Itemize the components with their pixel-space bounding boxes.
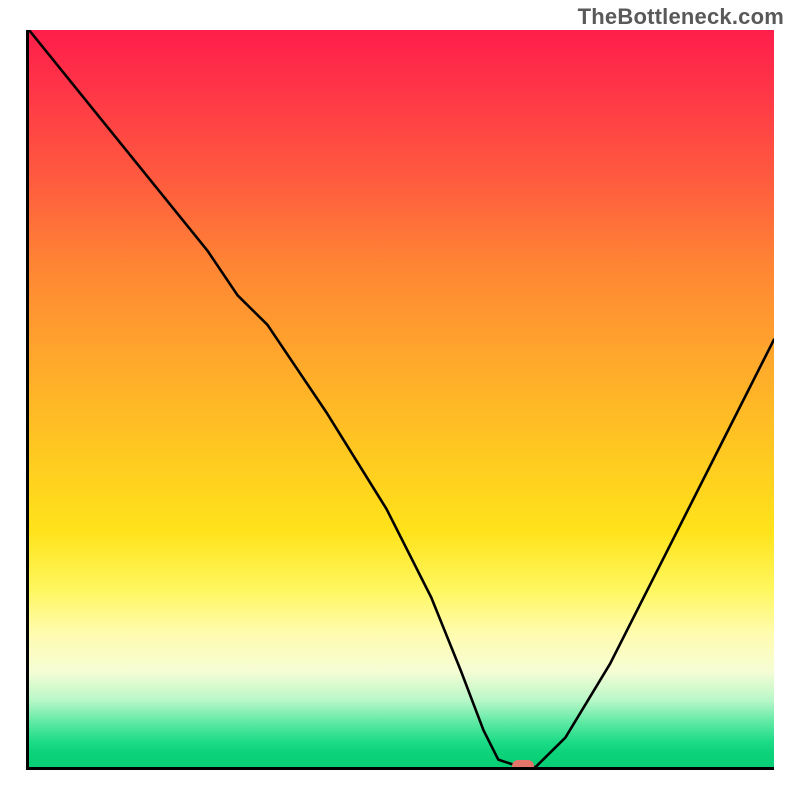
chart-line-series — [29, 30, 774, 767]
brand-watermark: TheBottleneck.com — [578, 4, 784, 30]
current-point-marker — [512, 760, 534, 770]
chart-area — [26, 30, 774, 770]
